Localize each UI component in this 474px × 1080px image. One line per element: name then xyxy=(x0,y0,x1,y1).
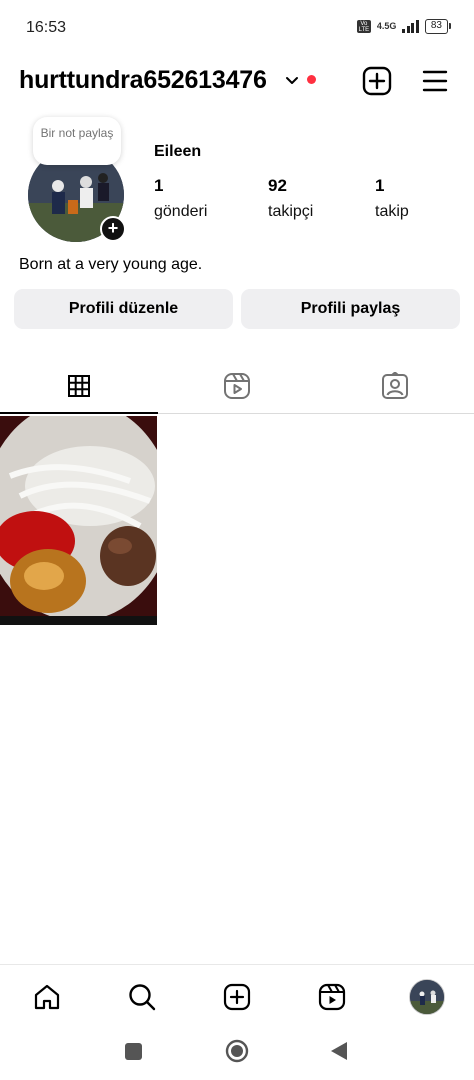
profile-avatar-icon xyxy=(409,979,445,1015)
post-thumbnail[interactable] xyxy=(0,416,157,625)
followers-stat[interactable]: 92 takipçi xyxy=(268,176,313,221)
create-icon xyxy=(223,983,251,1011)
battery-indicator: 83 xyxy=(424,19,452,34)
following-label: takip xyxy=(375,203,409,220)
network-type: 4.5G xyxy=(376,21,397,31)
nav-profile[interactable] xyxy=(409,979,445,1015)
note-bubble[interactable]: Bir not paylaş xyxy=(33,117,121,165)
signal-icon xyxy=(402,20,419,33)
notification-dot xyxy=(307,75,316,84)
username-switcher[interactable]: hurttundra652613476 xyxy=(19,66,267,95)
following-count: 1 xyxy=(375,176,385,195)
status-time: 16:53 xyxy=(26,19,67,36)
share-profile-button[interactable]: Profili paylaş xyxy=(241,289,460,329)
following-stat[interactable]: 1 takip xyxy=(375,176,409,221)
grid-icon xyxy=(68,374,90,397)
nav-home[interactable] xyxy=(29,979,65,1015)
tab-reels[interactable] xyxy=(158,358,316,413)
chevron-down-icon[interactable] xyxy=(284,72,300,88)
post-image xyxy=(0,416,157,625)
nav-reels[interactable] xyxy=(314,979,350,1015)
content-tabs xyxy=(0,358,474,414)
create-icon[interactable] xyxy=(362,66,392,96)
recents-square-icon[interactable] xyxy=(124,1042,144,1062)
status-icons: Vo LTE 4.5G 83 xyxy=(356,19,452,34)
tagged-icon xyxy=(382,371,408,399)
followers-label: takipçi xyxy=(268,203,314,220)
bottom-navigation xyxy=(0,964,474,1026)
bio-text: Born at a very young age. xyxy=(19,256,203,273)
reels-icon xyxy=(318,983,346,1011)
posts-label: gönderi xyxy=(154,203,208,220)
nav-search[interactable] xyxy=(124,979,160,1015)
edit-profile-button[interactable]: Profili düzenle xyxy=(14,289,233,329)
tab-posts-grid[interactable] xyxy=(0,358,158,414)
profile-header: hurttundra652613476 xyxy=(0,62,474,102)
tab-tagged[interactable] xyxy=(316,358,474,413)
display-name: Eileen xyxy=(154,143,202,160)
home-icon xyxy=(34,984,60,1010)
system-navigation xyxy=(0,1030,474,1080)
followers-count: 92 xyxy=(268,176,287,195)
nav-create[interactable] xyxy=(219,979,255,1015)
add-story-button[interactable]: + xyxy=(100,216,126,242)
reels-icon xyxy=(224,372,250,399)
posts-stat[interactable]: 1 gönderi xyxy=(154,176,207,221)
status-bar: 16:53 Vo LTE 4.5G 83 xyxy=(0,0,474,56)
volte-icon: Vo LTE xyxy=(356,20,371,33)
search-icon xyxy=(129,984,156,1011)
back-triangle-icon[interactable] xyxy=(329,1040,349,1062)
menu-icon[interactable] xyxy=(421,66,449,96)
posts-count: 1 xyxy=(154,176,164,195)
home-circle-icon[interactable] xyxy=(225,1039,249,1063)
